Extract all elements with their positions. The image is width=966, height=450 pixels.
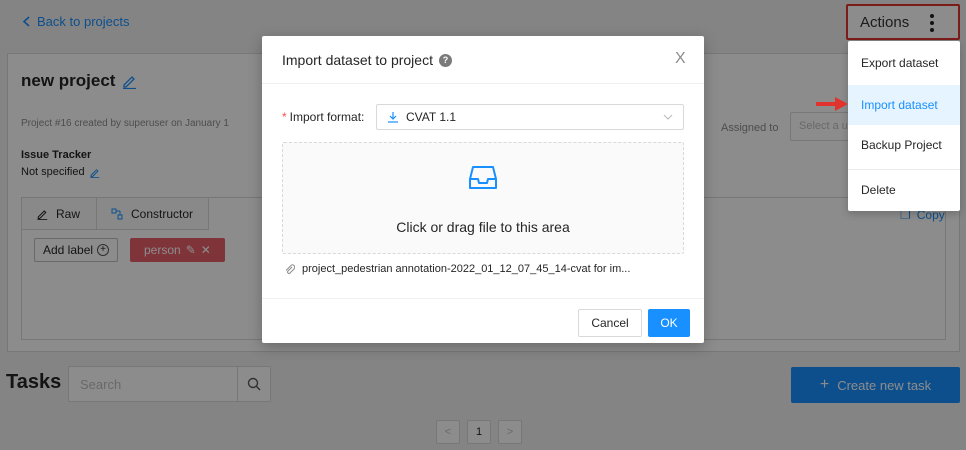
modal-footer: Cancel OK (262, 298, 704, 343)
import-format-select[interactable]: CVAT 1.1 (376, 104, 684, 130)
inbox-icon (469, 166, 497, 189)
required-mark: * (282, 110, 287, 124)
paperclip-icon (285, 263, 295, 274)
close-icon[interactable]: X (675, 50, 686, 68)
menu-item-delete[interactable]: Delete (848, 170, 960, 210)
modal-title-text: Import dataset to project (282, 52, 433, 68)
import-dataset-modal: Import dataset to project ? X * Import fo… (262, 36, 704, 343)
modal-title: Import dataset to project ? (282, 52, 452, 68)
modal-header: Import dataset to project ? X (262, 36, 704, 84)
red-arrow-pointer (816, 97, 848, 111)
question-circle-icon[interactable]: ? (438, 53, 452, 67)
import-format-label: * Import format: (282, 110, 365, 124)
uploaded-file[interactable]: project_pedestrian annotation-2022_01_12… (284, 263, 630, 275)
import-format-value: CVAT 1.1 (406, 110, 457, 124)
ok-button[interactable]: OK (648, 309, 690, 337)
chevron-down-icon (663, 114, 673, 120)
file-dropzone[interactable]: Click or drag file to this area (282, 142, 684, 254)
menu-item-import-dataset[interactable]: Import dataset (848, 85, 960, 125)
download-icon (388, 112, 398, 123)
import-format-text: Import format (289, 110, 362, 124)
uploaded-file-name: project_pedestrian annotation-2022_01_12… (302, 263, 631, 275)
menu-item-export-dataset[interactable]: Export dataset (848, 43, 960, 83)
dropzone-text: Click or drag file to this area (396, 219, 570, 235)
actions-menu: Export dataset Import dataset Backup Pro… (848, 41, 960, 211)
cancel-button[interactable]: Cancel (578, 309, 642, 337)
menu-item-backup-project[interactable]: Backup Project (848, 125, 960, 165)
